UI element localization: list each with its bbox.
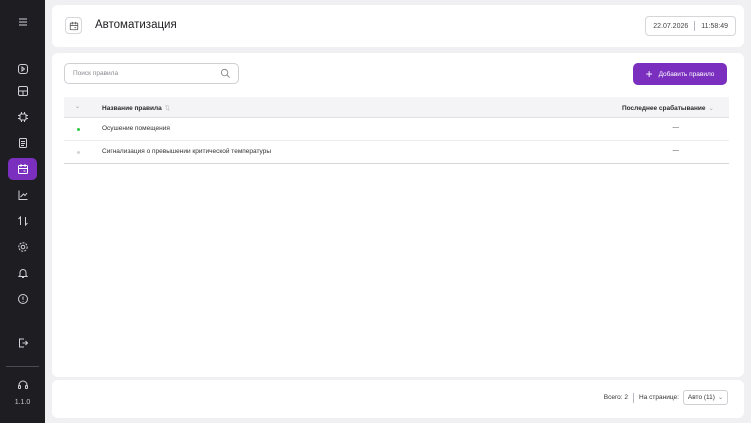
support-icon[interactable] [8,374,37,396]
table-row[interactable]: Сигнализация о превышении критической те… [64,141,729,164]
datetime-divider [694,21,696,31]
search-input[interactable] [73,64,213,83]
document-icon[interactable] [8,132,37,154]
plus-icon: + [645,66,653,81]
per-page-value: Авто (11) [687,394,715,401]
table-row[interactable]: Осушение помещения — [64,118,729,141]
sidebar-divider [6,366,39,367]
per-page-select[interactable]: Авто (11) ⌄ [682,390,728,405]
info-icon[interactable] [8,288,37,310]
devices-icon[interactable] [8,106,37,128]
pagination-divider [633,392,635,403]
column-name-label: Название правила [102,105,162,112]
current-date: 22.07.2026 [653,22,689,30]
rule-name[interactable]: Осушение помещения [102,125,170,132]
automation-icon[interactable] [8,158,37,180]
page-title: Автоматизация [95,19,177,31]
add-rule-button[interactable]: + Добавить правило [633,63,727,85]
transfer-icon[interactable] [8,210,37,232]
menu-icon[interactable] [8,11,37,33]
settings-icon[interactable] [8,236,37,258]
rule-name[interactable]: Сигнализация о превышении критической те… [102,148,271,155]
rule-last-trigger: — [672,147,680,154]
automation-icon [65,17,82,34]
chevron-down-icon[interactable]: ⌄ [709,105,714,112]
add-rule-label: Добавить правило [658,70,715,78]
dashboard-icon[interactable] [8,80,37,102]
page-header: Автоматизация 22.07.2026 11:58:49 [52,5,744,47]
total-count: Всего: 2 [603,394,629,401]
rules-panel: + Добавить правило ⌄ Название правила⇅ П… [52,53,744,377]
column-header-name[interactable]: Название правила ⇅ [102,104,170,112]
play-icon[interactable] [8,58,37,80]
column-last-label: Последнее срабатывание [622,105,706,112]
rules-table: ⌄ Название правила ⇅ Последнее срабатыван… [64,97,729,164]
expand-all-chevron-icon[interactable]: ⌄ [75,103,80,110]
search-icon[interactable] [220,68,231,79]
search-box [64,63,239,84]
bell-icon[interactable] [8,262,37,284]
app-version: 1.1.0 [14,399,31,406]
chevron-down-icon: ⌄ [717,395,723,401]
pagination: Всего: 2 На странице: Авто (11) ⌄ [604,390,728,405]
sidebar: 1.1.0 [0,0,45,423]
current-time: 11:58:49 [701,22,728,30]
table-header: ⌄ Название правила ⇅ Последнее срабатыван… [64,97,729,118]
status-dot-inactive [77,151,80,154]
logout-icon[interactable] [8,332,37,354]
table-footer: Всего: 2 На странице: Авто (11) ⌄ [52,380,744,418]
rule-last-trigger: — [672,124,680,131]
datetime-display: 22.07.2026 11:58:49 [645,16,736,36]
per-page-label: На странице: [639,394,679,401]
sort-icon[interactable]: ⇅ [165,105,170,112]
column-header-last-trigger[interactable]: Последнее срабатывание ⌄ [622,104,714,112]
chart-icon[interactable] [8,184,37,206]
status-dot-active [77,128,80,131]
